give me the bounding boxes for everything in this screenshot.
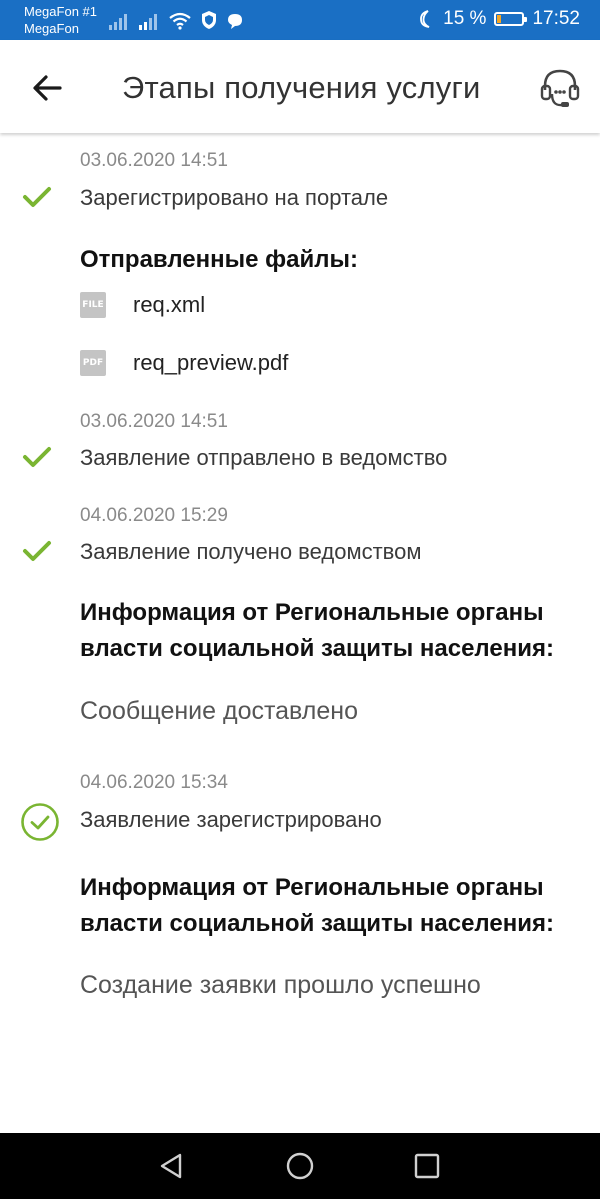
files-heading: Отправленные файлы: bbox=[80, 246, 358, 273]
clock: 17:52 bbox=[532, 8, 580, 29]
support-button[interactable] bbox=[538, 66, 582, 110]
file-name: req.xml bbox=[133, 292, 206, 317]
step-status: Заявление отправлено в ведомство bbox=[80, 445, 448, 470]
back-button[interactable] bbox=[28, 70, 68, 106]
status-right: 15 % 17:52 bbox=[417, 8, 580, 30]
info-heading: Информация от Региональные органы власти… bbox=[80, 599, 554, 662]
chat-icon bbox=[228, 14, 242, 29]
carrier-info: MegaFon #1 MegaFon bbox=[24, 3, 97, 37]
check-icon bbox=[23, 541, 51, 561]
system-nav-bar bbox=[0, 1133, 600, 1199]
step-status: Заявление получено ведомством bbox=[80, 539, 422, 564]
app-bar: Этапы получения услуги bbox=[0, 40, 600, 133]
home-circle-icon[interactable] bbox=[284, 1150, 316, 1182]
wifi-icon bbox=[169, 12, 191, 30]
info-message: Создание заявки прошло успешно bbox=[80, 971, 481, 999]
battery-fill bbox=[497, 15, 502, 23]
battery-icon bbox=[494, 12, 528, 26]
step-status: Зарегистрировано на портале bbox=[80, 185, 389, 210]
step-date: 04.06.2020 15:34 bbox=[80, 772, 228, 793]
back-triangle-icon[interactable] bbox=[156, 1150, 188, 1182]
page-title: Этапы получения услуги bbox=[122, 70, 481, 105]
info-heading: Информация от Региональные органы власти… bbox=[80, 874, 554, 937]
info-message: Сообщение доставлено bbox=[80, 697, 358, 725]
moon-icon bbox=[420, 10, 430, 28]
step-status: Заявление зарегистрировано bbox=[80, 807, 382, 832]
file-name: req_preview.pdf bbox=[133, 350, 289, 375]
signal-icon bbox=[139, 14, 157, 30]
step-date: 03.06.2020 14:51 bbox=[80, 411, 228, 432]
status-icons bbox=[108, 10, 244, 30]
headset-icon bbox=[540, 69, 580, 107]
check-icon bbox=[23, 447, 51, 467]
pdf-file-icon: PDF bbox=[80, 350, 106, 376]
file-icon: FILE bbox=[80, 292, 106, 318]
shield-icon bbox=[202, 11, 216, 29]
step-date: 04.06.2020 15:29 bbox=[80, 505, 228, 526]
circle-check-icon bbox=[21, 803, 59, 841]
carrier-line-1: MegaFon #1 bbox=[24, 4, 97, 19]
carrier-line-2: MegaFon bbox=[24, 21, 79, 36]
step-date: 03.06.2020 14:51 bbox=[80, 150, 228, 171]
file-item[interactable]: PDF req_preview.pdf bbox=[80, 350, 288, 376]
battery-percent: 15 % bbox=[443, 8, 487, 29]
signal-icon bbox=[109, 14, 127, 30]
file-item[interactable]: FILE req.xml bbox=[80, 292, 205, 318]
status-bar: MegaFon #1 MegaFon 15 % 17:52 bbox=[0, 0, 600, 40]
recents-square-icon[interactable] bbox=[411, 1150, 443, 1182]
arrow-left-icon bbox=[33, 75, 62, 101]
check-icon bbox=[23, 187, 51, 207]
